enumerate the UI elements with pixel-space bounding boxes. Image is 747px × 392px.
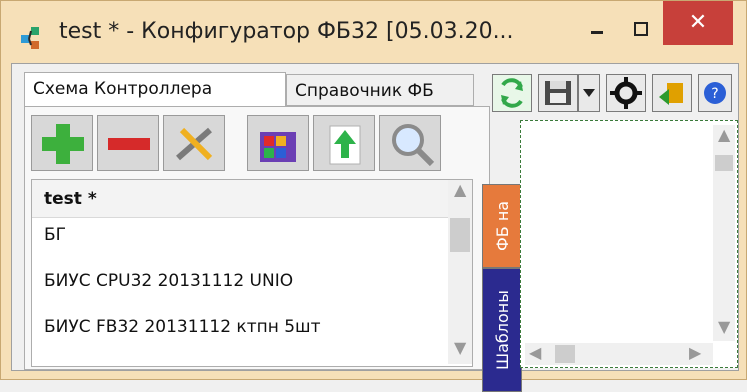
right-panel-vertical-scrollbar[interactable]: ▲ ▼ — [713, 125, 735, 341]
right-panel: ▲ ▼ ◀ ▶ — [520, 120, 738, 368]
tree-header[interactable]: test * — [32, 180, 450, 218]
save-dropdown-button[interactable] — [578, 74, 600, 112]
controller-icon — [260, 132, 296, 162]
tree-scroll-thumb[interactable] — [450, 218, 470, 252]
tree-item[interactable]: БИУС FB32 20131112 ктпн 5шт — [32, 312, 450, 342]
controller-scheme-panel: test * БГ БИУС CPU32 20131112 UNIO БИУС … — [24, 106, 490, 370]
client-area: Схема Контроллера Справочник ФБ ? test *… — [11, 63, 739, 392]
scroll-down-icon[interactable]: ▼ — [718, 317, 730, 336]
right-panel-hscroll-thumb[interactable] — [555, 345, 575, 363]
save-icon — [545, 81, 571, 105]
export-button[interactable] — [652, 74, 692, 112]
upload-icon — [329, 125, 361, 165]
export-icon — [659, 83, 683, 105]
window-title: test * - Конфигуратор ФБ32 [05.03.20... — [59, 19, 514, 44]
tree-item[interactable]: БГ — [32, 220, 450, 250]
save-dropdown-icon — [583, 89, 595, 97]
controller-tree[interactable]: test * БГ БИУС CPU32 20131112 UNIO БИУС … — [31, 179, 473, 367]
close-button[interactable]: ✕ — [663, 1, 733, 45]
tab-fb-side[interactable]: ФБ на — [482, 184, 522, 268]
tab-templates-side[interactable]: Шаблоны — [482, 268, 522, 392]
search-icon — [392, 124, 435, 167]
remove-icon — [108, 138, 150, 150]
add-icon — [42, 124, 84, 164]
refresh-icon — [501, 78, 523, 108]
side-tabs: ФБ на Шаблоны — [482, 184, 522, 392]
controller-button[interactable] — [247, 115, 309, 171]
search-button[interactable] — [379, 115, 441, 171]
settings-icon — [610, 77, 642, 109]
maximize-icon — [634, 22, 648, 36]
tree-item[interactable]: БИУС CPU32 20131112 UNIO — [32, 266, 450, 296]
app-window: test * - Конфигуратор ФБ32 [05.03.20... … — [0, 0, 747, 392]
tab-controller-scheme[interactable]: Схема Контроллера — [24, 72, 286, 108]
maximize-button[interactable] — [621, 15, 661, 47]
tools-button[interactable] — [163, 115, 225, 171]
right-panel-scroll-thumb[interactable] — [715, 155, 733, 171]
tree-vertical-scrollbar[interactable]: ▲ ▼ — [448, 180, 472, 364]
close-icon: ✕ — [688, 10, 708, 35]
scroll-down-icon[interactable]: ▼ — [454, 338, 466, 357]
help-button[interactable]: ? — [698, 74, 732, 112]
scroll-right-icon[interactable]: ▶ — [689, 343, 701, 362]
tools-icon — [176, 127, 213, 161]
scroll-up-icon[interactable]: ▲ — [718, 125, 730, 144]
svg-text:?: ? — [711, 86, 718, 102]
remove-button[interactable] — [97, 115, 159, 171]
help-icon: ? — [704, 82, 726, 104]
scroll-left-icon[interactable]: ◀ — [529, 343, 541, 362]
tab-fb-reference[interactable]: Справочник ФБ — [286, 74, 474, 106]
upload-button[interactable] — [313, 115, 375, 171]
refresh-button[interactable] — [492, 74, 532, 112]
add-button[interactable] — [31, 115, 93, 171]
minimize-icon — [591, 31, 603, 34]
right-panel-horizontal-scrollbar[interactable]: ◀ ▶ — [525, 343, 713, 365]
minimize-button[interactable] — [577, 15, 617, 47]
title-bar[interactable]: test * - Конфигуратор ФБ32 [05.03.20... … — [1, 1, 746, 63]
scroll-up-icon[interactable]: ▲ — [454, 180, 466, 199]
save-button[interactable] — [538, 74, 578, 112]
settings-button[interactable] — [606, 74, 646, 112]
app-icon — [21, 27, 39, 49]
